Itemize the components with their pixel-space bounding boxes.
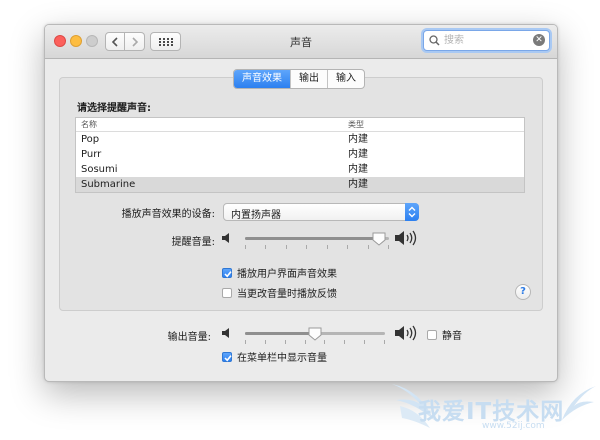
slider-tick xyxy=(265,245,266,249)
output-device-value: 内置扬声器 xyxy=(231,210,281,221)
mute-label: 静音 xyxy=(442,331,462,342)
slider-tick xyxy=(285,340,286,344)
window-title: 声音 xyxy=(290,36,312,49)
tab-sound-effects[interactable]: 声音效果 xyxy=(234,70,290,88)
slider-tick xyxy=(388,245,389,249)
close-window-button[interactable] xyxy=(54,35,66,47)
sound-type: 内建 xyxy=(348,149,368,160)
alert-volume-fill xyxy=(245,237,379,240)
table-header: 名称 类型 xyxy=(76,118,524,132)
output-volume-label: 输出音量: xyxy=(167,332,211,343)
sound-type: 内建 xyxy=(348,134,368,145)
output-volume-fill xyxy=(245,332,315,335)
forward-button[interactable] xyxy=(125,32,145,51)
slider-tick xyxy=(265,340,266,344)
table-row[interactable]: Sosumi 内建 xyxy=(76,162,524,177)
output-volume-ticks xyxy=(245,340,385,345)
ui-sounds-option[interactable]: 播放用户界面声音效果 xyxy=(222,266,337,280)
back-button[interactable] xyxy=(105,32,125,51)
show-volume-in-menu-checkbox[interactable] xyxy=(222,351,232,362)
sound-name: Submarine xyxy=(81,179,136,190)
sound-name: Sosumi xyxy=(81,164,118,175)
minimize-window-button[interactable] xyxy=(70,35,82,47)
sound-type: 内建 xyxy=(348,164,368,175)
speaker-quiet-icon xyxy=(222,328,229,338)
sound-type: 内建 xyxy=(348,179,368,190)
slider-tick xyxy=(245,245,246,249)
sound-name: Purr xyxy=(81,149,102,160)
show-volume-in-menu-option[interactable]: 在菜单栏中显示音量 xyxy=(222,350,327,364)
slider-tick xyxy=(245,340,246,344)
ui-sounds-checkbox[interactable] xyxy=(222,267,232,278)
checkmark-icon xyxy=(224,270,232,278)
grid-icon xyxy=(159,38,173,46)
search-input[interactable] xyxy=(444,33,528,47)
volume-feedback-checkbox[interactable] xyxy=(222,287,232,298)
tab-output[interactable]: 输出 xyxy=(290,70,327,88)
alert-volume-slider[interactable] xyxy=(245,232,389,246)
slider-tick xyxy=(384,340,385,344)
show-all-button[interactable] xyxy=(150,32,181,51)
help-button[interactable]: ? xyxy=(515,284,531,300)
alert-volume-ticks xyxy=(245,245,389,250)
sound-name: Pop xyxy=(81,134,100,145)
slider-tick xyxy=(305,340,306,344)
search-field[interactable]: ✕ xyxy=(423,30,550,51)
alert-sounds-table[interactable]: 名称 类型 Pop 内建 Purr 内建 Sosumi 内建 Submarine… xyxy=(75,117,525,193)
table-row[interactable]: Pop 内建 xyxy=(76,132,524,147)
speaker-quiet-icon xyxy=(222,233,229,243)
mute-option[interactable]: 静音 xyxy=(427,328,462,342)
zoom-window-button[interactable] xyxy=(86,35,98,47)
tab-input[interactable]: 输入 xyxy=(327,70,364,88)
slider-tick xyxy=(364,340,365,344)
slider-tick xyxy=(347,245,348,249)
checkmark-icon xyxy=(224,354,232,362)
sound-preferences-window: 声音 ✕ 声音效果 输出 输入 请选择提醒声音: 名称 类型 Pop 内建 Pu… xyxy=(44,24,558,382)
watermark-url: www.52ij.com xyxy=(482,421,545,431)
speaker-loud-icon xyxy=(395,230,417,246)
table-row[interactable]: Purr 内建 xyxy=(76,147,524,162)
slider-tick xyxy=(344,340,345,344)
volume-feedback-label: 当更改音量时播放反馈 xyxy=(237,289,337,300)
search-icon xyxy=(429,35,440,46)
column-header-name[interactable]: 名称 xyxy=(81,119,97,130)
show-volume-in-menu-label: 在菜单栏中显示音量 xyxy=(237,353,327,364)
slider-tick xyxy=(324,340,325,344)
output-device-label: 播放声音效果的设备: xyxy=(121,209,215,220)
alert-sound-label: 请选择提醒声音: xyxy=(77,103,151,114)
slider-tick xyxy=(286,245,287,249)
mute-checkbox[interactable] xyxy=(427,329,437,340)
column-header-type[interactable]: 类型 xyxy=(348,119,364,130)
popup-stepper-icon xyxy=(405,203,419,221)
output-volume-slider[interactable] xyxy=(245,327,385,341)
chevron-left-icon xyxy=(111,37,118,47)
speaker-loud-icon xyxy=(395,325,417,341)
slider-tick xyxy=(327,245,328,249)
table-row-selected[interactable]: Submarine 内建 xyxy=(76,177,524,192)
slider-tick xyxy=(368,245,369,249)
slider-tick xyxy=(306,245,307,249)
chevron-right-icon xyxy=(132,37,139,47)
clear-search-icon[interactable]: ✕ xyxy=(533,34,545,46)
alert-volume-label: 提醒音量: xyxy=(171,237,215,248)
title-bar: 声音 ✕ xyxy=(45,25,557,59)
ui-sounds-label: 播放用户界面声音效果 xyxy=(237,269,337,280)
output-device-select[interactable]: 内置扬声器 xyxy=(223,203,419,221)
tab-bar: 声音效果 输出 输入 xyxy=(233,69,365,89)
volume-feedback-option[interactable]: 当更改音量时播放反馈 xyxy=(222,286,337,300)
